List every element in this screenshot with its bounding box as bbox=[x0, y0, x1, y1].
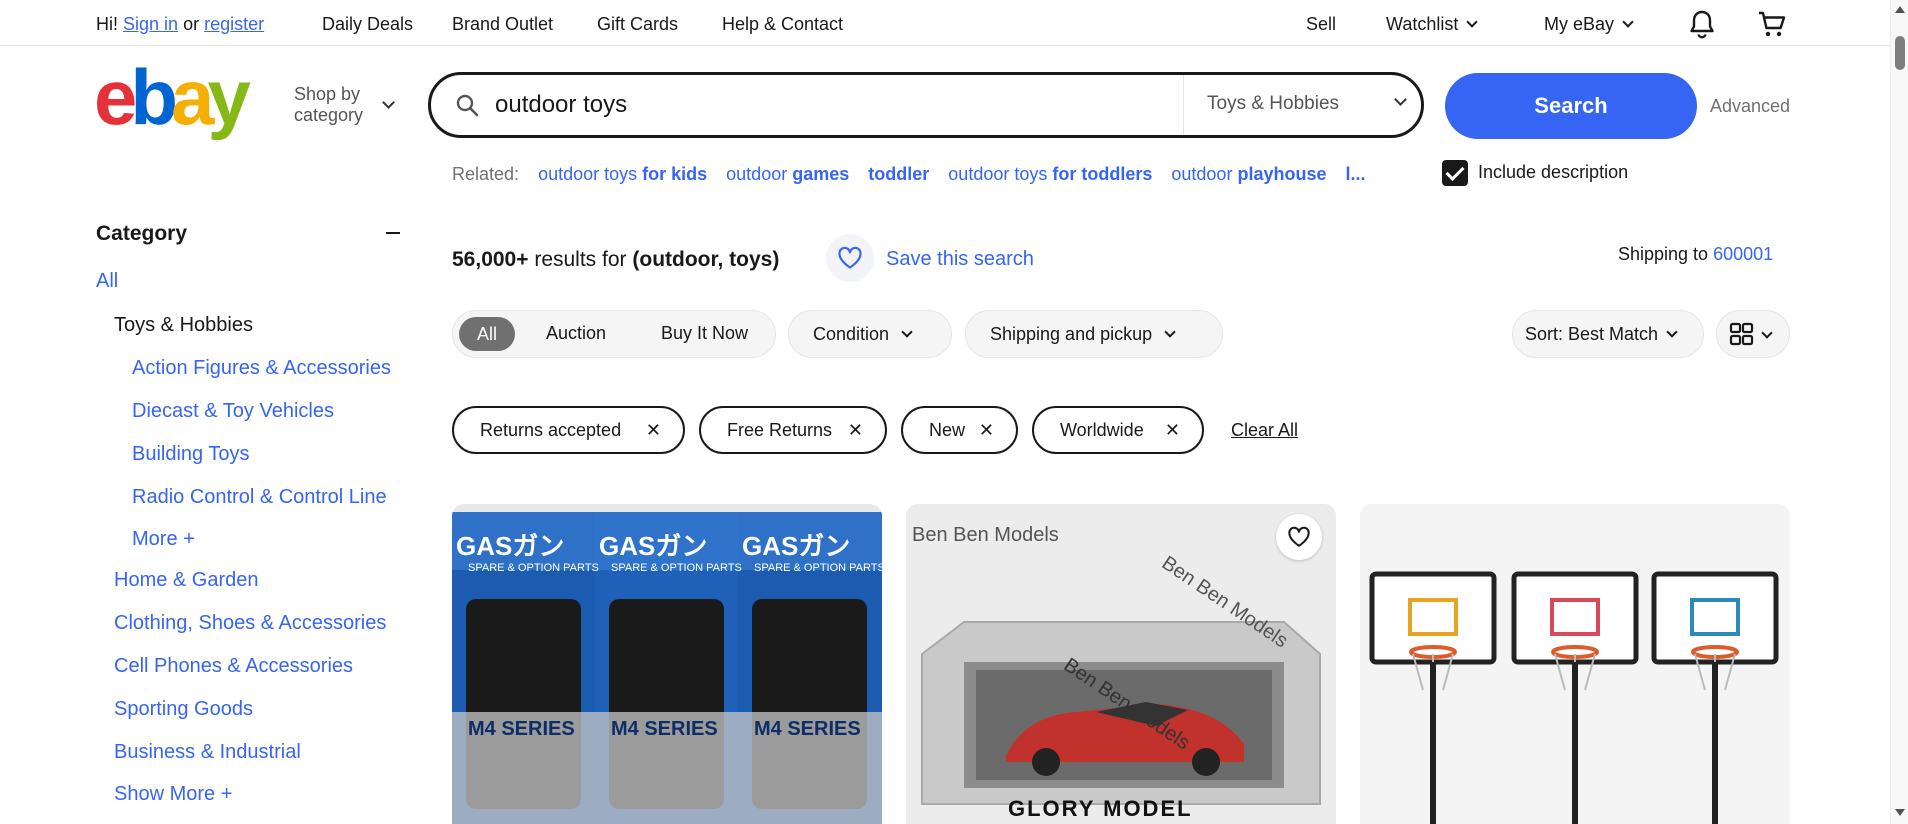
sidebar-category[interactable]: Cell Phones & Accessories bbox=[114, 655, 353, 678]
sell-link[interactable]: Sell bbox=[1306, 14, 1336, 35]
brand-outlet-link[interactable]: Brand Outlet bbox=[452, 14, 553, 35]
greeting: Hi! Sign in or register bbox=[96, 14, 265, 34]
sort-dropdown[interactable]: Sort: Best Match bbox=[1512, 310, 1704, 358]
sidebar-category[interactable]: Home & Garden bbox=[114, 569, 259, 592]
sidebar-category[interactable]: Business & Industrial bbox=[114, 741, 301, 764]
results-count: 56,000+ results for (outdoor, toys) bbox=[452, 248, 780, 271]
product-card[interactable]: GASガン GASガン GASガン SPARE & OPTION PARTS S… bbox=[452, 504, 882, 824]
checkbox-checked-icon[interactable] bbox=[1442, 160, 1468, 186]
watchlist-menu[interactable]: Watchlist bbox=[1386, 14, 1479, 35]
related-link[interactable]: l... bbox=[1346, 164, 1366, 184]
search-divider bbox=[1183, 75, 1184, 135]
scroll-down-icon[interactable] bbox=[1895, 809, 1905, 816]
related-label: Related: bbox=[452, 164, 520, 184]
buying-format-toggle: All Auction Buy It Now bbox=[452, 310, 776, 358]
search-button[interactable]: Search bbox=[1445, 73, 1697, 139]
chip-free-returns[interactable]: Free Returns ✕ bbox=[699, 406, 887, 454]
sidebar-subcategory[interactable]: Diecast & Toy Vehicles bbox=[132, 400, 334, 423]
scrollbar-thumb[interactable] bbox=[1895, 36, 1905, 70]
chip-worldwide[interactable]: Worldwide ✕ bbox=[1032, 406, 1204, 454]
sidebar-subcategory[interactable]: Action Figures & Accessories bbox=[132, 357, 391, 380]
chip-returns-accepted[interactable]: Returns accepted ✕ bbox=[452, 406, 685, 454]
vertical-scrollbar[interactable] bbox=[1890, 0, 1908, 824]
sidebar-subcategory[interactable]: Radio Control & Control Line bbox=[132, 486, 387, 509]
chevron-down-icon bbox=[1761, 327, 1773, 339]
sidebar-show-more-button[interactable]: Show More + bbox=[114, 783, 232, 806]
chip-new[interactable]: New ✕ bbox=[901, 406, 1018, 454]
shop-by-category-button[interactable]: Shop by category bbox=[294, 84, 395, 126]
filter-all-button[interactable]: All bbox=[459, 317, 515, 351]
related-link[interactable]: outdoor playhouse bbox=[1171, 164, 1326, 184]
my-ebay-menu[interactable]: My eBay bbox=[1544, 14, 1634, 35]
close-icon[interactable]: ✕ bbox=[646, 408, 661, 452]
view-toggle-dropdown[interactable] bbox=[1716, 310, 1790, 358]
heart-icon bbox=[1288, 526, 1310, 547]
close-icon[interactable]: ✕ bbox=[848, 408, 863, 452]
chevron-down-icon bbox=[1666, 326, 1678, 338]
close-icon[interactable]: ✕ bbox=[1165, 408, 1180, 452]
grid-view-icon bbox=[1729, 322, 1754, 346]
help-contact-link[interactable]: Help & Contact bbox=[722, 14, 843, 35]
zip-code-link[interactable]: 600001 bbox=[1713, 244, 1773, 264]
filter-auction-button[interactable]: Auction bbox=[546, 323, 606, 344]
chevron-down-icon[interactable] bbox=[1394, 93, 1407, 106]
heart-icon[interactable] bbox=[826, 234, 874, 282]
sidebar-subcategory[interactable]: Building Toys bbox=[132, 443, 249, 466]
sign-in-link[interactable]: Sign in bbox=[123, 14, 178, 34]
search-icon bbox=[456, 94, 479, 117]
search-bar: Toys & Hobbies bbox=[428, 72, 1424, 138]
filter-buy-it-now-button[interactable]: Buy It Now bbox=[661, 323, 748, 344]
sidebar-category[interactable]: Sporting Goods bbox=[114, 698, 253, 721]
product-image[interactable] bbox=[1360, 504, 1790, 824]
chevron-down-icon bbox=[1466, 16, 1479, 28]
chevron-down-icon bbox=[382, 96, 395, 109]
gift-cards-link[interactable]: Gift Cards bbox=[597, 14, 678, 35]
related-searches: Related: outdoor toys for kids outdoor g… bbox=[452, 164, 1366, 185]
ebay-logo[interactable]: ebay bbox=[94, 53, 274, 141]
svg-text:ebay: ebay bbox=[94, 64, 250, 140]
notification-bell-icon[interactable] bbox=[1686, 8, 1718, 40]
watch-heart-button[interactable] bbox=[1276, 514, 1322, 560]
product-card[interactable]: Ben Ben Models Ben Ben Models Ben Ben Mo… bbox=[906, 504, 1336, 824]
register-link[interactable]: register bbox=[204, 14, 264, 34]
related-link[interactable]: outdoor toys for toddlers bbox=[948, 164, 1152, 184]
sidebar-more-button[interactable]: More + bbox=[132, 528, 195, 551]
sidebar-item-all[interactable]: All bbox=[96, 270, 118, 293]
top-bar: Hi! Sign in or register Daily Deals Bran… bbox=[0, 0, 1890, 46]
shipping-filter-dropdown[interactable]: Shipping and pickup bbox=[965, 310, 1223, 358]
daily-deals-link[interactable]: Daily Deals bbox=[322, 14, 413, 35]
advanced-search-link[interactable]: Advanced bbox=[1710, 96, 1790, 117]
related-link[interactable]: toddler bbox=[868, 164, 929, 184]
product-card[interactable] bbox=[1360, 504, 1790, 824]
search-input[interactable] bbox=[495, 87, 1095, 123]
chevron-down-icon bbox=[1622, 16, 1634, 28]
sidebar-category[interactable]: Clothing, Shoes & Accessories bbox=[114, 612, 386, 635]
clear-all-filters-link[interactable]: Clear All bbox=[1231, 420, 1298, 441]
chevron-down-icon bbox=[1164, 326, 1176, 338]
condition-filter-dropdown[interactable]: Condition bbox=[788, 310, 952, 358]
scroll-up-icon[interactable] bbox=[1895, 6, 1905, 13]
shipping-to: Shipping to 600001 bbox=[1618, 244, 1774, 264]
category-heading: Category bbox=[96, 222, 188, 245]
close-icon[interactable]: ✕ bbox=[979, 408, 994, 452]
product-image[interactable] bbox=[906, 504, 1336, 824]
related-link[interactable]: outdoor toys for kids bbox=[538, 164, 707, 184]
cart-icon[interactable] bbox=[1756, 8, 1788, 40]
related-link[interactable]: outdoor games bbox=[726, 164, 849, 184]
sidebar-item-current: Toys & Hobbies bbox=[114, 314, 253, 336]
chevron-down-icon bbox=[901, 326, 913, 338]
collapse-minus-icon[interactable] bbox=[386, 232, 400, 234]
search-category-select[interactable]: Toys & Hobbies bbox=[1207, 93, 1339, 115]
